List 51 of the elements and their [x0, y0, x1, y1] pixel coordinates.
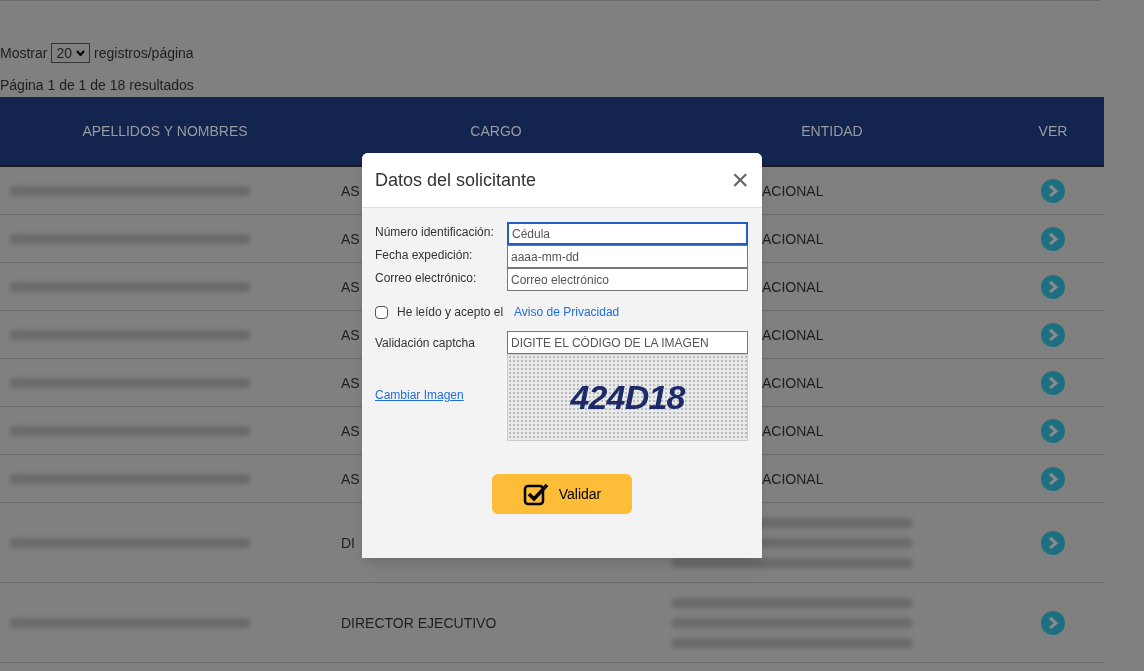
- change-image-link[interactable]: Cambiar Imagen: [375, 386, 507, 404]
- table-cell: AS: [341, 182, 360, 199]
- chevron-down-icon: [76, 50, 86, 56]
- table-cell: AS: [341, 326, 360, 343]
- results-summary: Página 1 de 1 de 18 resultados: [0, 76, 195, 95]
- checkbox-check-icon: [522, 482, 549, 506]
- chevron-right-icon[interactable]: [1041, 178, 1065, 203]
- table-cell: AS: [341, 470, 360, 487]
- table-cell: ACIONAL: [762, 230, 824, 247]
- close-button[interactable]: ×: [731, 165, 749, 195]
- per-page-label: registros/página: [94, 44, 194, 63]
- table-cell: AS: [341, 422, 360, 439]
- captcha-code: 424D18: [570, 377, 685, 418]
- column-header: APELLIDOS Y NOMBRES: [81, 122, 249, 141]
- chevron-right-icon[interactable]: [1041, 274, 1065, 299]
- table-cell: ACIONAL: [762, 278, 824, 295]
- table-cell: ACIONAL: [762, 182, 824, 199]
- table-cell: AS: [341, 230, 360, 247]
- page-size-select[interactable]: 20: [51, 43, 91, 63]
- consent-text: He leído y acepto el: [397, 304, 504, 321]
- captcha-input[interactable]: DIGITE EL CÓDIGO DE LA IMAGEN: [507, 331, 748, 354]
- field-label: Número identificación:: [375, 224, 495, 241]
- column-header: CARGO: [469, 122, 523, 141]
- privacy-link[interactable]: Aviso de Privacidad: [514, 303, 620, 321]
- validate-button[interactable]: Validar: [492, 474, 632, 514]
- column-header: VER: [1037, 122, 1069, 141]
- table-cell: ACIONAL: [762, 326, 824, 343]
- captcha-label: Validación captcha: [375, 335, 476, 352]
- dialog-title: Datos del solicitante: [375, 168, 537, 192]
- chevron-right-icon[interactable]: [1041, 530, 1065, 555]
- field-label: Correo electrónico:: [375, 270, 478, 287]
- show-label: Mostrar: [0, 44, 48, 63]
- input-field[interactable]: Cédula: [507, 222, 748, 245]
- consent-checkbox[interactable]: [375, 305, 388, 319]
- chevron-right-icon[interactable]: [1041, 418, 1065, 443]
- table-cell: ACIONAL: [762, 470, 824, 487]
- input-field[interactable]: aaaa-mm-dd: [507, 245, 748, 268]
- chevron-right-icon[interactable]: [1041, 610, 1065, 635]
- table-cell: DI: [341, 534, 355, 551]
- table-cell: AS: [341, 374, 360, 391]
- table-cell: DIRECTOR EJECUTIVO: [341, 614, 497, 631]
- chevron-right-icon[interactable]: [1041, 466, 1065, 491]
- table-cell: AS: [341, 278, 360, 295]
- table-cell: ACIONAL: [762, 422, 824, 439]
- input-field[interactable]: Correo electrónico: [507, 268, 748, 291]
- chevron-right-icon[interactable]: [1041, 226, 1065, 251]
- chevron-right-icon[interactable]: [1041, 370, 1065, 395]
- table-cell: ACIONAL: [762, 374, 824, 391]
- column-header: ENTIDAD: [800, 122, 864, 141]
- field-label: Fecha expedición:: [375, 247, 474, 264]
- chevron-right-icon[interactable]: [1041, 322, 1065, 347]
